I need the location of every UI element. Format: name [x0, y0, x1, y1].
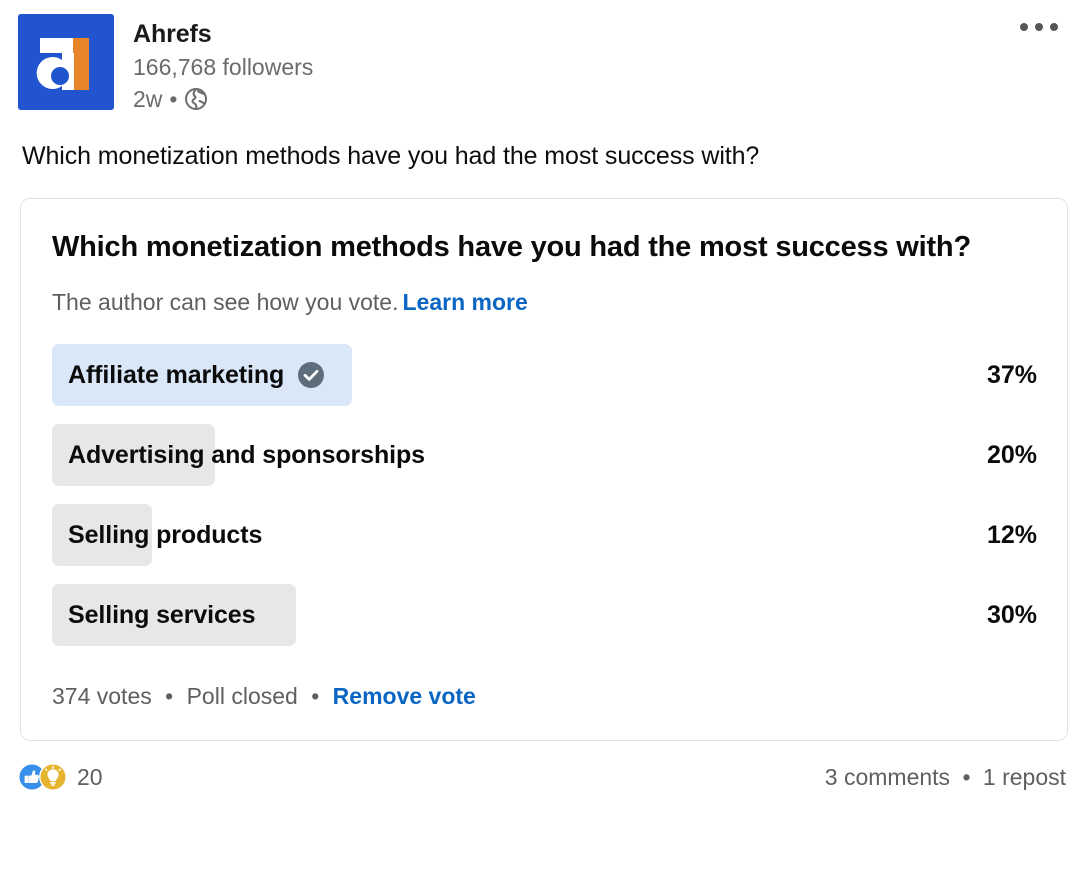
poll-option[interactable]: Selling services 30%: [52, 584, 1037, 646]
meta-separator: •: [169, 86, 178, 112]
reposts-count[interactable]: 1 repost: [983, 764, 1066, 790]
poll-option[interactable]: Selling products 12%: [52, 504, 1037, 566]
poll-card: Which monetization methods have you had …: [20, 198, 1068, 741]
ellipsis-dot: [1035, 23, 1043, 31]
reaction-count: 20: [77, 763, 103, 790]
linkedin-poll-post: Ahrefs 166,768 followers 2w • Which mone…: [0, 0, 1088, 876]
post-header: Ahrefs 166,768 followers 2w •: [0, 0, 1088, 114]
poll-question: Which monetization methods have you had …: [52, 231, 971, 263]
poll-option-label: Selling products: [68, 520, 263, 549]
poll-footer-separator: •: [165, 683, 174, 709]
ellipsis-dot: [1050, 23, 1058, 31]
poll-disclaimer-text: The author can see how you vote.: [52, 289, 399, 315]
social-separator: •: [962, 763, 971, 790]
poll-option[interactable]: Affiliate marketing 37%: [52, 344, 1037, 406]
poll-footer-separator: •: [311, 683, 320, 709]
author-avatar[interactable]: [18, 14, 114, 110]
post-meta: 2w •: [133, 84, 313, 114]
social-bar: 20 3 comments • 1 repost: [18, 763, 1066, 791]
poll-option-percent: 12%: [986, 520, 1037, 549]
author-info: Ahrefs 166,768 followers 2w •: [133, 14, 313, 114]
poll-option-label: Advertising and sponsorships: [68, 440, 425, 469]
globe-icon: [184, 87, 208, 111]
social-counts: 3 comments • 1 repost: [825, 764, 1066, 791]
poll-option-percent: 30%: [986, 600, 1037, 629]
poll-option-label: Selling services: [68, 600, 256, 629]
learn-more-link[interactable]: Learn more: [403, 289, 528, 315]
remove-vote-button[interactable]: Remove vote: [333, 683, 476, 709]
ellipsis-icon[interactable]: [1014, 17, 1064, 37]
insightful-lightbulb-icon: [39, 763, 67, 791]
reactions-summary[interactable]: 20: [18, 763, 103, 791]
poll-status: Poll closed: [186, 683, 298, 709]
poll-vote-count: 374 votes: [52, 683, 152, 709]
post-text: Which monetization methods have you had …: [22, 142, 760, 170]
ellipsis-dot: [1020, 23, 1028, 31]
poll-footer: 374 votes • Poll closed • Remove vote: [52, 682, 1037, 710]
poll-options: Affiliate marketing 37% Advertising and …: [52, 344, 1037, 646]
author-name[interactable]: Ahrefs: [133, 19, 313, 49]
poll-option-label: Affiliate marketing: [68, 360, 285, 389]
ahrefs-logo-icon: [18, 14, 114, 110]
author-followers: 166,768 followers: [133, 54, 314, 80]
post-time: 2w: [133, 86, 163, 112]
comments-count[interactable]: 3 comments: [825, 764, 950, 790]
poll-disclaimer: The author can see how you vote. Learn mo…: [52, 288, 1037, 316]
check-circle-icon: [297, 361, 325, 389]
reaction-icon-group: [18, 763, 67, 791]
poll-option-percent: 37%: [986, 360, 1037, 389]
poll-option-percent: 20%: [986, 440, 1037, 469]
poll-option[interactable]: Advertising and sponsorships 20%: [52, 424, 1037, 486]
